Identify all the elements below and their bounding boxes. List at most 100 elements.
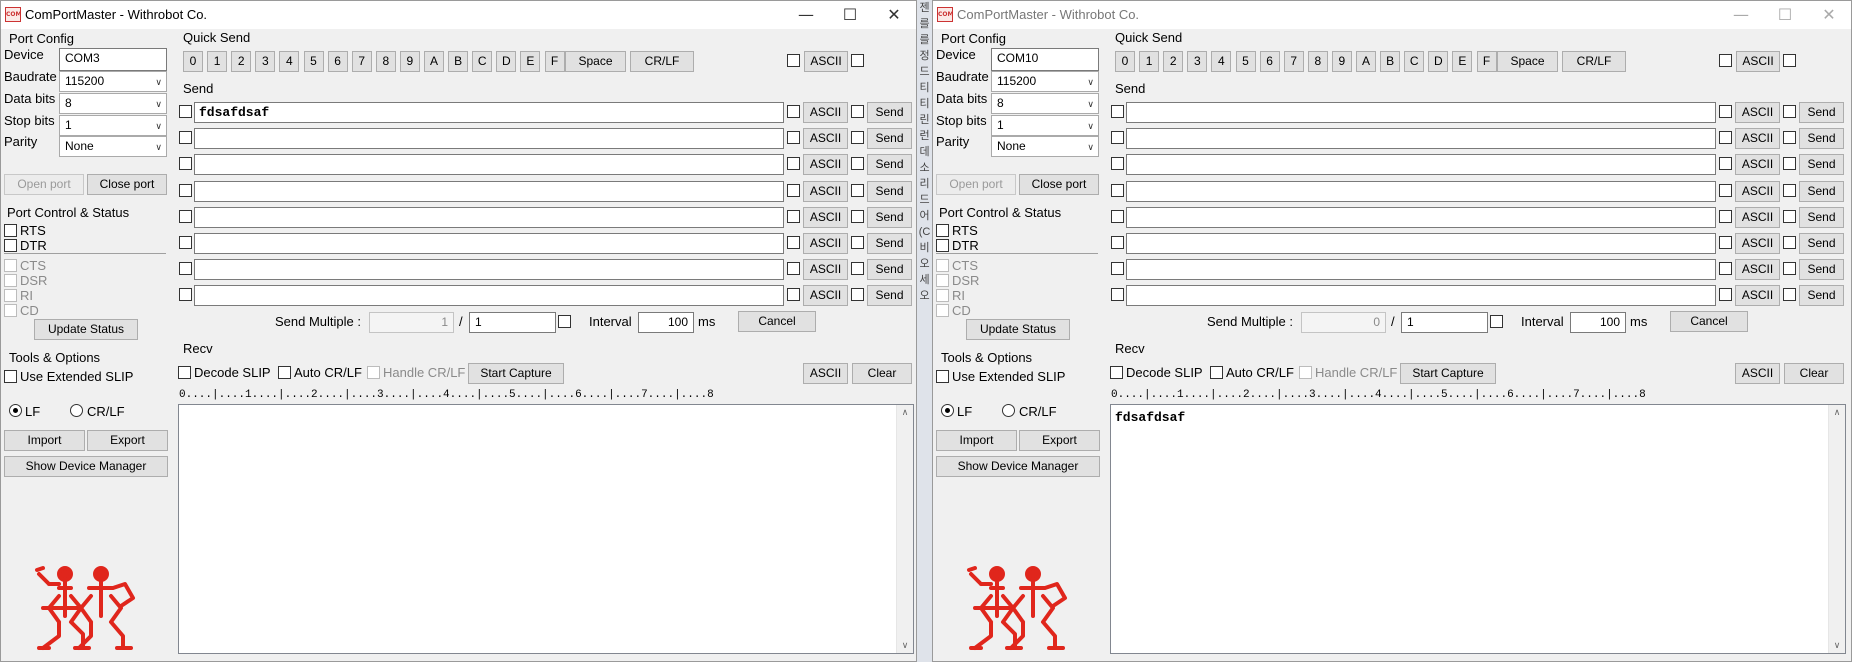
- quick-send-key-2[interactable]: 2: [231, 51, 252, 72]
- recv-scrollbar[interactable]: ∧ ∨: [1828, 405, 1845, 653]
- quick-send-key-a[interactable]: A: [424, 51, 444, 72]
- quick-send-key-9[interactable]: 9: [1331, 51, 1352, 72]
- send-row-ascii-button[interactable]: ASCII: [803, 233, 848, 254]
- close-button[interactable]: ✕: [1807, 3, 1851, 27]
- close-port-button[interactable]: Close port: [1019, 174, 1099, 195]
- send-row-input[interactable]: [194, 180, 784, 202]
- quick-send-key-7[interactable]: 7: [351, 51, 372, 72]
- quick-send-key-6[interactable]: 6: [327, 51, 348, 72]
- send-row-ascii-checkbox[interactable]: [787, 209, 800, 223]
- send-row-ascii-button[interactable]: ASCII: [1735, 180, 1780, 202]
- quick-send-key-8[interactable]: 8: [1307, 51, 1328, 72]
- send-row-checkbox[interactable]: [1111, 209, 1124, 223]
- quick-send-key-4[interactable]: 4: [279, 51, 300, 72]
- send-row-send-button[interactable]: Send: [1799, 102, 1844, 123]
- send-row-ascii-button[interactable]: ASCII: [1735, 259, 1780, 281]
- quick-send-crlf-button[interactable]: CR/LF: [1562, 51, 1626, 72]
- auto-crlf-checkbox[interactable]: [278, 366, 291, 379]
- send-row-ascii-checkbox[interactable]: [1719, 288, 1732, 302]
- send-row-ascii-checkbox[interactable]: [1719, 157, 1732, 171]
- open-port-button[interactable]: Open port: [4, 174, 84, 195]
- send-row-ascii-checkbox[interactable]: [787, 288, 800, 302]
- send-row-send-checkbox[interactable]: [851, 157, 864, 171]
- send-row-ascii-checkbox[interactable]: [787, 105, 800, 118]
- send-row-checkbox[interactable]: [179, 262, 192, 276]
- quick-send-space-button[interactable]: Space: [1497, 51, 1558, 72]
- send-row-checkbox[interactable]: [1111, 105, 1124, 118]
- show-device-manager-button[interactable]: Show Device Manager: [4, 456, 168, 477]
- send-row-ascii-button[interactable]: ASCII: [803, 154, 848, 176]
- send-row-checkbox[interactable]: [179, 157, 192, 171]
- quick-send-extra-checkbox[interactable]: [851, 54, 864, 67]
- send-row-input[interactable]: fdsafdsaf: [194, 102, 784, 123]
- send-row-input[interactable]: [194, 154, 784, 176]
- send-row-send-button[interactable]: Send: [1799, 128, 1844, 150]
- send-row-send-button[interactable]: Send: [867, 233, 912, 254]
- quick-send-key-3[interactable]: 3: [255, 51, 276, 72]
- update-status-button[interactable]: Update Status: [34, 319, 138, 340]
- quick-send-key-5[interactable]: 5: [303, 51, 324, 72]
- dtr-checkbox[interactable]: [4, 239, 17, 252]
- use-extended-slip-checkbox[interactable]: [4, 370, 17, 383]
- quick-send-space-button[interactable]: Space: [565, 51, 626, 72]
- send-row-checkbox[interactable]: [1111, 131, 1124, 145]
- quick-send-key-f[interactable]: F: [544, 51, 565, 72]
- interval-input[interactable]: 100: [1570, 312, 1626, 333]
- send-row-ascii-checkbox[interactable]: [787, 183, 800, 197]
- send-row-send-button[interactable]: Send: [867, 285, 912, 307]
- quick-send-key-5[interactable]: 5: [1235, 51, 1256, 72]
- minimize-button[interactable]: —: [784, 3, 828, 27]
- send-row-input[interactable]: [1126, 128, 1716, 150]
- send-row-send-checkbox[interactable]: [851, 262, 864, 276]
- quick-send-key-7[interactable]: 7: [1283, 51, 1304, 72]
- send-row-ascii-checkbox[interactable]: [1719, 183, 1732, 197]
- cancel-button[interactable]: Cancel: [1670, 311, 1748, 332]
- auto-crlf-checkbox[interactable]: [1210, 366, 1223, 379]
- recv-ascii-button[interactable]: ASCII: [1735, 363, 1780, 384]
- send-row-ascii-checkbox[interactable]: [1719, 209, 1732, 223]
- send-row-send-checkbox[interactable]: [851, 236, 864, 249]
- send-row-checkbox[interactable]: [1111, 288, 1124, 302]
- send-row-ascii-button[interactable]: ASCII: [1735, 285, 1780, 307]
- send-row-input[interactable]: [1126, 180, 1716, 202]
- decode-slip-checkbox[interactable]: [1110, 366, 1123, 379]
- quick-send-extra-checkbox[interactable]: [1783, 54, 1796, 67]
- send-row-ascii-checkbox[interactable]: [787, 157, 800, 171]
- send-row-input[interactable]: [1126, 154, 1716, 176]
- send-row-ascii-button[interactable]: ASCII: [1735, 128, 1780, 150]
- quick-send-key-3[interactable]: 3: [1187, 51, 1208, 72]
- send-row-ascii-checkbox[interactable]: [1719, 262, 1732, 276]
- send-row-input[interactable]: [194, 206, 784, 228]
- send-row-ascii-checkbox[interactable]: [787, 262, 800, 276]
- send-row-send-button[interactable]: Send: [1799, 154, 1844, 176]
- send-row-checkbox[interactable]: [179, 131, 192, 145]
- baudrate-select[interactable]: 115200 ∨: [59, 71, 167, 92]
- send-row-input[interactable]: [1126, 259, 1716, 281]
- send-row-ascii-checkbox[interactable]: [1719, 131, 1732, 145]
- send-row-ascii-button[interactable]: ASCII: [803, 285, 848, 307]
- quick-send-key-9[interactable]: 9: [399, 51, 420, 72]
- quick-send-ascii-button[interactable]: ASCII: [1736, 51, 1780, 72]
- send-row-send-button[interactable]: Send: [867, 180, 912, 202]
- send-row-send-checkbox[interactable]: [851, 183, 864, 197]
- maximize-button[interactable]: ☐: [828, 3, 872, 27]
- send-row-ascii-button[interactable]: ASCII: [803, 206, 848, 228]
- recv-scrollbar[interactable]: ∧ ∨: [896, 405, 913, 653]
- send-row-checkbox[interactable]: [179, 236, 192, 249]
- send-row-ascii-button[interactable]: ASCII: [803, 102, 848, 123]
- send-row-checkbox[interactable]: [179, 105, 192, 118]
- update-status-button[interactable]: Update Status: [966, 319, 1070, 340]
- stop-bits-select[interactable]: 1 ∨: [59, 115, 167, 136]
- export-button[interactable]: Export: [1019, 430, 1100, 451]
- quick-send-key-f[interactable]: F: [1476, 51, 1497, 72]
- quick-send-crlf-button[interactable]: CR/LF: [630, 51, 694, 72]
- send-multiple-total[interactable]: 1: [1401, 312, 1488, 333]
- send-row-input[interactable]: [1126, 102, 1716, 123]
- parity-select[interactable]: None ∨: [59, 136, 167, 157]
- send-row-input[interactable]: [194, 128, 784, 150]
- export-button[interactable]: Export: [87, 430, 168, 451]
- send-row-checkbox[interactable]: [1111, 262, 1124, 276]
- quick-send-ascii-button[interactable]: ASCII: [804, 51, 848, 72]
- quick-send-key-d[interactable]: D: [496, 51, 517, 72]
- device-input[interactable]: COM3: [59, 48, 167, 71]
